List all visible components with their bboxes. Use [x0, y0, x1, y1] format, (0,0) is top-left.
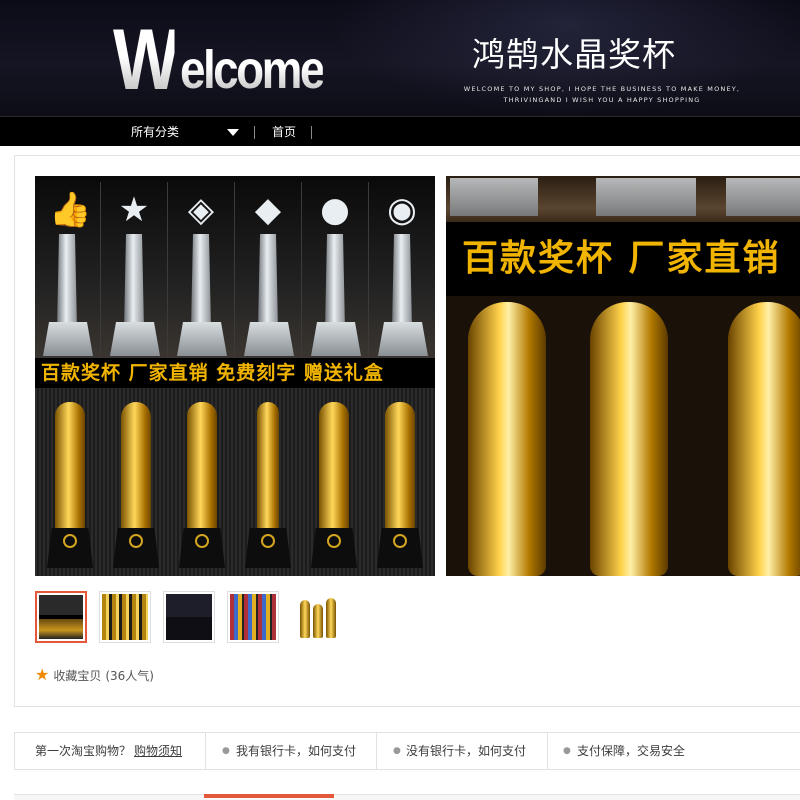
gold-trophy-thumb-large [708, 296, 800, 576]
favorite-item[interactable]: ★ 收藏宝贝 (36人气) [35, 666, 154, 684]
detail-tabs-strip [14, 794, 800, 800]
star-icon: ★ [35, 665, 50, 684]
info-divider [547, 732, 548, 770]
welcome-word: elcome [180, 40, 325, 100]
crystal-plaque [450, 178, 538, 216]
crystal-trophy-globe: ◉ [370, 182, 435, 358]
side-promo-text: 百款奖杯 厂家直销 [446, 222, 800, 296]
thumbnail-1[interactable] [35, 591, 87, 643]
main-promo-text: 百款奖杯 厂家直销 免费刻字 赠送礼盒 [35, 358, 435, 388]
gold-trophy-heart-large [570, 296, 688, 576]
thumbnail-2[interactable] [99, 591, 151, 643]
welcome-letter-w: W [113, 12, 180, 108]
gold-trophy-star-figure [237, 394, 299, 576]
payment-guarantee-link[interactable]: 支付保障，交易安全 [577, 732, 685, 770]
secondary-product-image[interactable]: 百款奖杯 厂家直销 [446, 176, 800, 576]
bullet-icon: ● [393, 746, 401, 756]
no-bank-card-link[interactable]: 没有银行卡，如何支付 [406, 732, 526, 770]
has-bank-card-link[interactable]: 我有银行卡，如何支付 [236, 732, 356, 770]
shop-slogan: WELCOME TO MY SHOP, I HOPE THE BUSINESS … [452, 84, 752, 106]
first-time-text: 第一次淘宝购物？ [35, 744, 132, 758]
bullet-icon: ● [563, 746, 571, 756]
crystal-trophies-row: 👍 ★ ◈ ◆ ● ◉ [35, 176, 435, 358]
crystal-plaque [726, 178, 800, 216]
thumbnail-3[interactable] [163, 591, 215, 643]
nav-home-link[interactable]: 首页 [272, 117, 296, 147]
bullet-icon: ● [222, 746, 230, 756]
gold-trophy-thumb [171, 394, 233, 576]
gold-trophy-heart [105, 394, 167, 576]
crystal-plaques-row [446, 176, 800, 222]
crystal-trophy-column: ◈ [169, 182, 235, 358]
shopping-guide-link[interactable]: 购物须知 [134, 732, 182, 770]
crystal-trophy-thumbs-up: 👍 [35, 182, 101, 358]
gold-trophy-stars [369, 394, 431, 576]
gold-trophy-fist [39, 394, 101, 576]
crystal-plaque [596, 178, 696, 216]
gold-trophy-wheat [303, 394, 365, 576]
chevron-down-icon[interactable] [227, 129, 239, 136]
active-tab-indicator[interactable] [204, 794, 334, 798]
info-divider [376, 732, 377, 770]
all-categories-menu[interactable]: 所有分类 [131, 117, 179, 147]
slogan-line-1: WELCOME TO MY SHOP, I HOPE THE BUSINESS … [463, 85, 741, 93]
slogan-line-2: THRIVINGAND I WISH YOU A HAPPY SHOPPING [503, 96, 701, 104]
thumbnail-4[interactable] [227, 591, 279, 643]
main-product-image[interactable]: 👍 ★ ◈ ◆ ● ◉ 百款奖杯 厂家直销 免费刻字 赠送礼盒 [35, 176, 435, 576]
shop-nav: 所有分类 首页 [0, 116, 800, 146]
crystal-trophy-basketball: ● [303, 182, 369, 358]
favorite-count: (36人气) [105, 668, 154, 683]
shop-banner: W elcome 鸿鹄水晶奖杯 WELCOME TO MY SHOP, I HO… [0, 0, 800, 116]
favorite-label: 收藏宝贝 [53, 668, 102, 683]
gold-trophies-row [35, 388, 435, 576]
crystal-trophy-diamond: ◆ [236, 182, 302, 358]
shop-title: 鸿鹄水晶奖杯 [472, 35, 676, 74]
thumbnail-5[interactable] [291, 591, 343, 643]
nav-divider [311, 126, 312, 139]
welcome-logo: W elcome [113, 12, 348, 108]
gold-trophy-fist-large [448, 296, 566, 576]
info-divider [205, 732, 206, 770]
nav-divider [254, 126, 255, 139]
crystal-trophy-star: ★ [102, 182, 168, 358]
